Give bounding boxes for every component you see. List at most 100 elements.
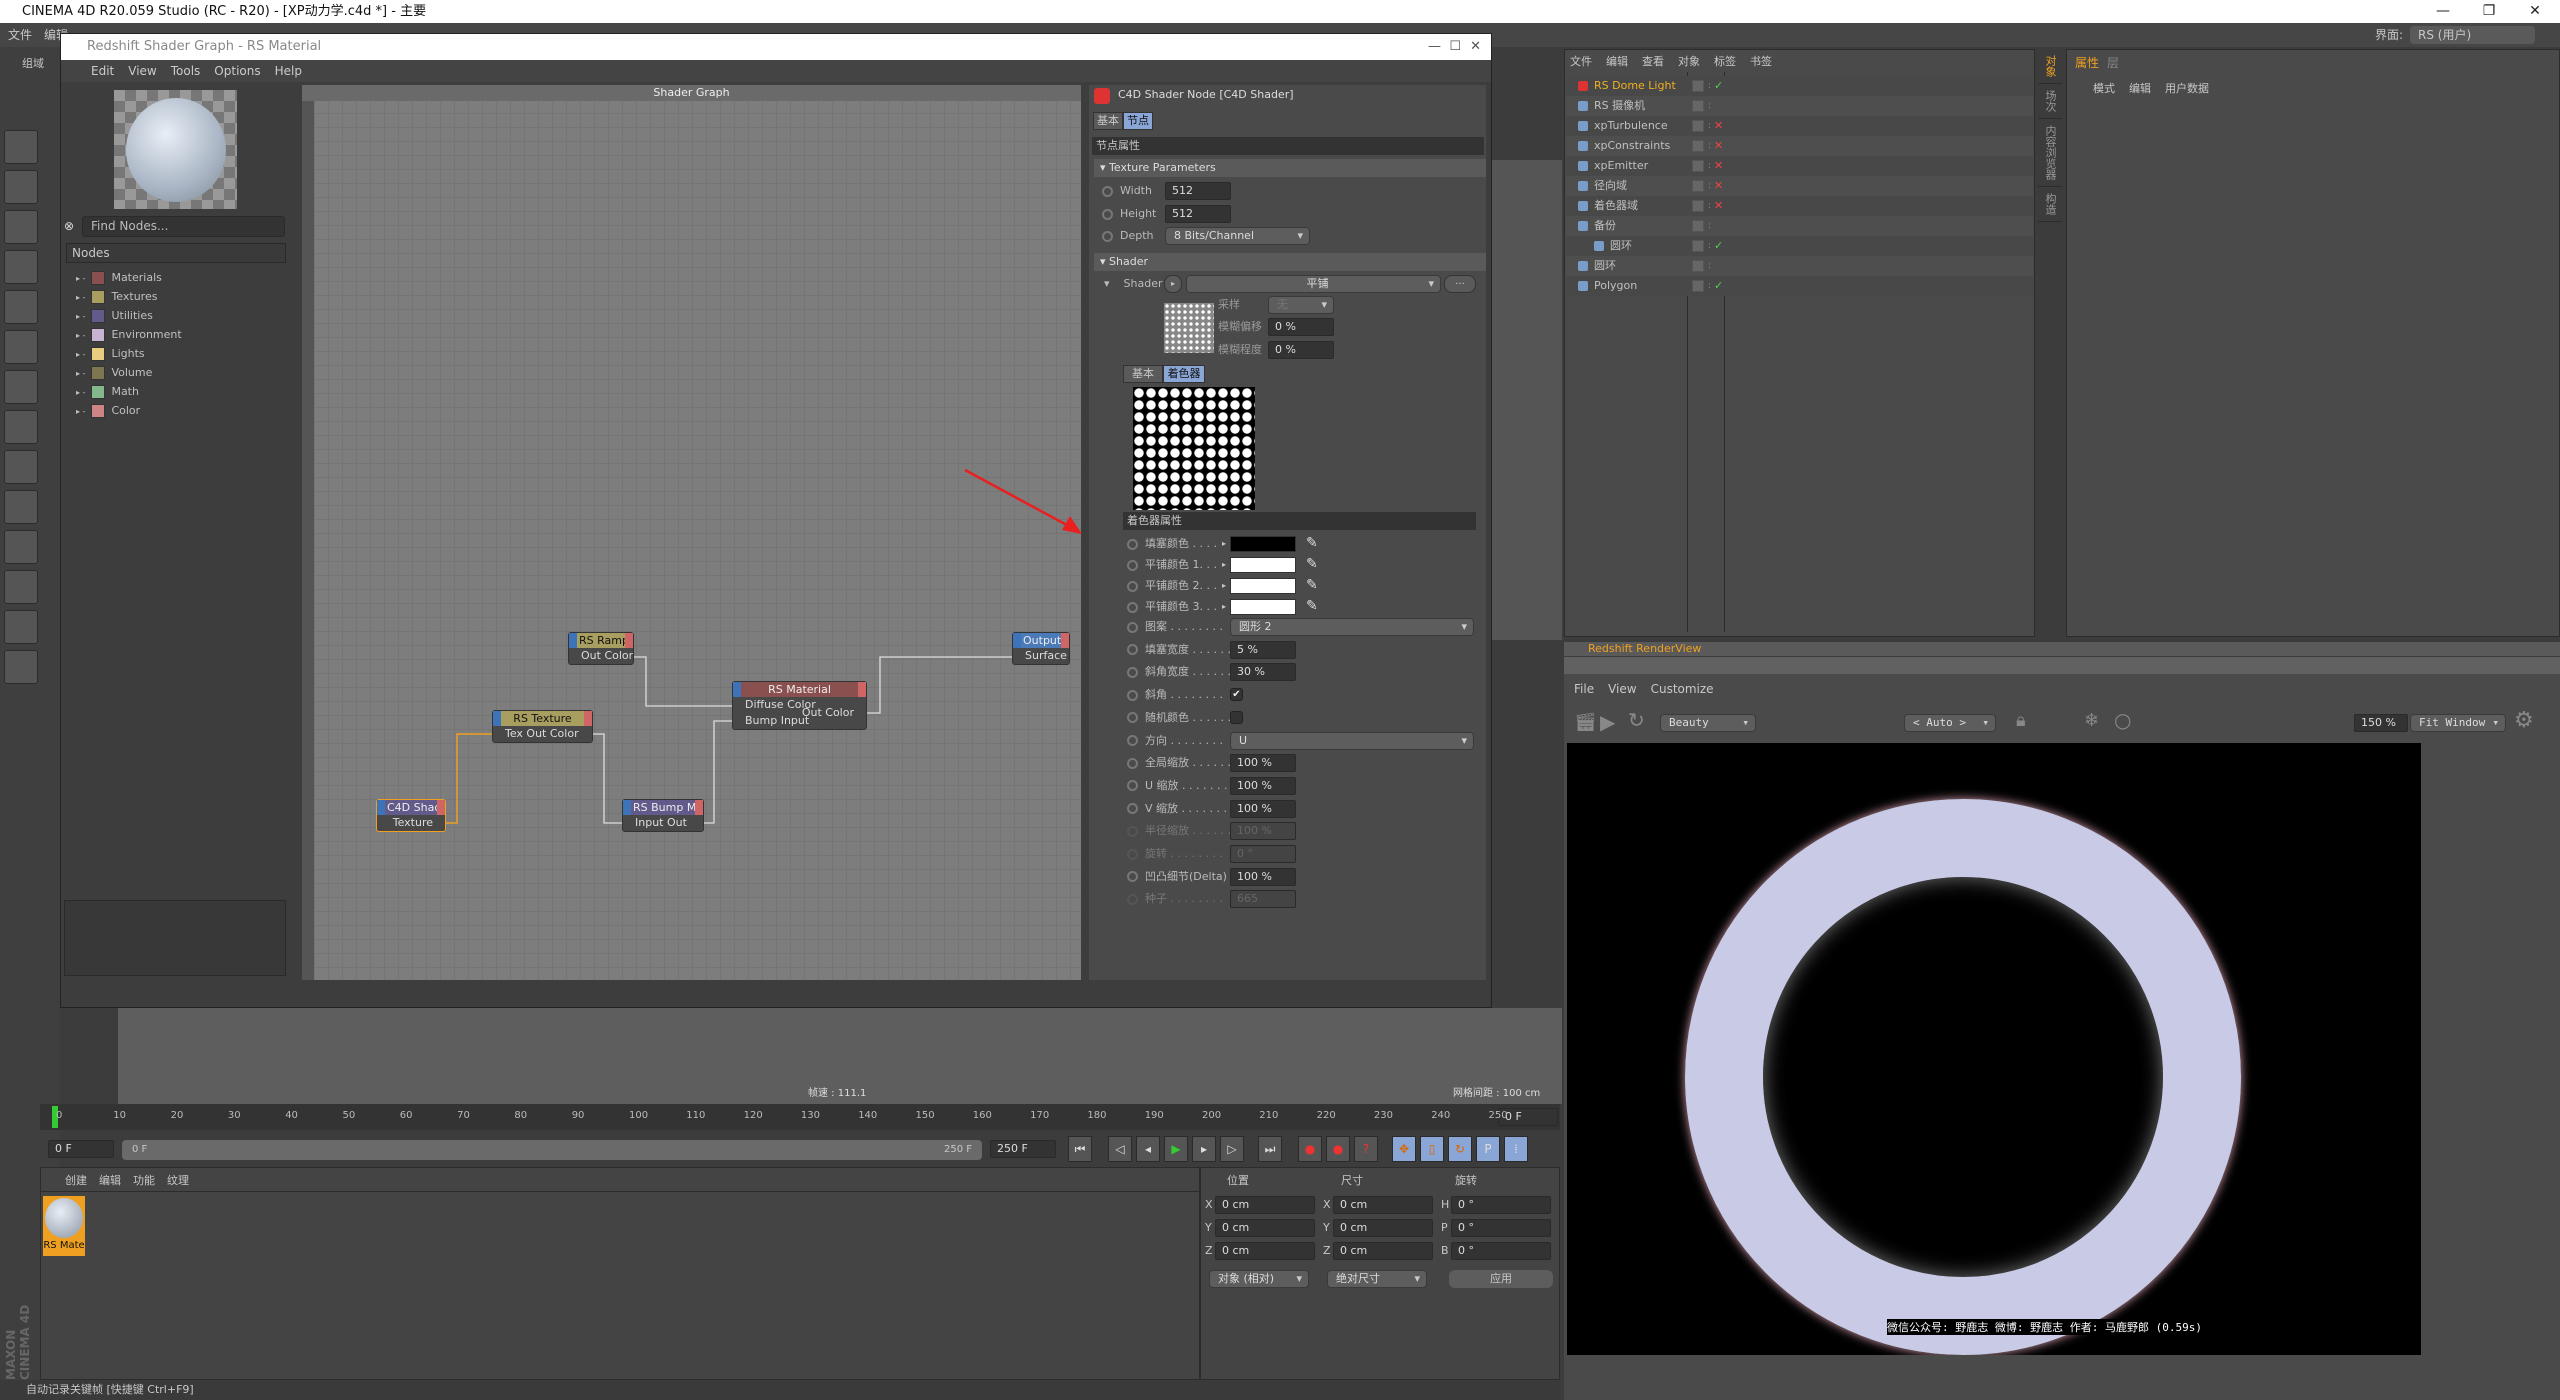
snowflake-icon[interactable]: ❄: [2084, 710, 2099, 731]
object-name[interactable]: RS 摄像机: [1594, 96, 1645, 116]
object-row[interactable]: 圆环: ✓: [1566, 236, 2033, 256]
object-name[interactable]: xpEmitter: [1594, 156, 1648, 176]
visibility-dots[interactable]: :: [1708, 76, 1711, 96]
enabled-toggle[interactable]: ✓: [1714, 76, 1723, 96]
object-name[interactable]: Polygon: [1594, 276, 1637, 296]
animate-radio[interactable]: [1127, 803, 1138, 815]
tool-button[interactable]: [4, 210, 38, 244]
object-menu-item[interactable]: 对象: [1678, 55, 1700, 68]
shader-arrow-button[interactable]: ▸: [1164, 275, 1182, 293]
expand-arrow-icon[interactable]: ▸ -: [76, 369, 85, 378]
port-surface[interactable]: Surface: [1013, 648, 1069, 664]
attribute-field[interactable]: 100 %: [1230, 776, 1296, 795]
object-name[interactable]: 备份: [1594, 216, 1616, 236]
object-menu-item[interactable]: 书签: [1750, 55, 1772, 68]
prev-key-icon[interactable]: ◁: [1108, 1136, 1132, 1162]
node-rs-material[interactable]: RS Material Diffuse Color Bump Input Out Co…: [732, 681, 867, 730]
attribute-field[interactable]: 100 %: [1230, 754, 1296, 773]
side-tab[interactable]: 对象: [2038, 49, 2062, 84]
node-category-textures[interactable]: ▸ - Textures: [76, 287, 157, 306]
visibility-dots[interactable]: :: [1708, 236, 1711, 256]
color-swatch[interactable]: [1230, 557, 1296, 573]
object-menu-item[interactable]: 查看: [1642, 55, 1664, 68]
side-tab[interactable]: 构造: [2038, 187, 2062, 222]
depth-dropdown[interactable]: 8 Bits/Channel: [1165, 227, 1310, 245]
object-menu-item[interactable]: 编辑: [1606, 55, 1628, 68]
enabled-toggle[interactable]: ✕: [1714, 156, 1723, 176]
animate-radio[interactable]: [1127, 735, 1138, 746]
frame-range-slider[interactable]: 0 F 250 F: [122, 1140, 982, 1160]
node-ports[interactable]: Input Out: [623, 815, 703, 831]
rotate-key-icon[interactable]: ↻: [1448, 1136, 1472, 1162]
visibility-dots[interactable]: :: [1708, 116, 1711, 136]
object-row[interactable]: xpTurbulence: ✕: [1566, 116, 2033, 136]
goto-end-icon[interactable]: ⏭: [1258, 1136, 1282, 1162]
node-rs-ramp[interactable]: RS Ramp Out Color: [568, 632, 634, 665]
eyedropper-icon[interactable]: ✎: [1306, 556, 1318, 572]
animate-radio[interactable]: [1127, 757, 1138, 769]
tool-button[interactable]: [4, 610, 38, 644]
animate-radio[interactable]: [1102, 208, 1113, 220]
node-rs-texture[interactable]: RS Texture Tex Out Color: [492, 710, 593, 743]
node-rs-bump-map[interactable]: RS Bump Map Input Out: [622, 799, 704, 832]
goto-start-icon[interactable]: ⏮: [1068, 1136, 1092, 1162]
prev-frame-icon[interactable]: ◂: [1136, 1136, 1160, 1162]
expand-arrow-icon[interactable]: ▸ -: [76, 293, 85, 302]
blur-offset-field[interactable]: 0 %: [1268, 318, 1334, 336]
aov-dropdown[interactable]: Beauty: [1660, 714, 1756, 732]
layer-toggle[interactable]: [1692, 280, 1704, 292]
animate-radio[interactable]: [1127, 666, 1138, 678]
object-row[interactable]: 圆环:: [1566, 256, 2033, 276]
tool-button[interactable]: [4, 530, 38, 564]
enabled-toggle[interactable]: ✓: [1714, 276, 1723, 296]
tab-attributes[interactable]: 属性: [2075, 54, 2099, 71]
enabled-toggle[interactable]: ✕: [1714, 136, 1723, 156]
attribute-checkbox[interactable]: ✔: [1230, 688, 1243, 702]
coord-field[interactable]: 0 cm: [1333, 1242, 1433, 1260]
eyedropper-icon[interactable]: ✎: [1306, 535, 1318, 551]
next-frame-icon[interactable]: ▸: [1192, 1136, 1216, 1162]
coord-field[interactable]: 0 °: [1451, 1219, 1551, 1237]
menu-user-data[interactable]: 用户数据: [2165, 80, 2209, 96]
side-tab[interactable]: 场次: [2038, 84, 2062, 119]
color-swatch[interactable]: [1230, 578, 1296, 594]
record-icon[interactable]: ●: [1298, 1136, 1322, 1162]
next-key-icon[interactable]: ▷: [1220, 1136, 1244, 1162]
layer-toggle[interactable]: [1692, 100, 1704, 112]
node-category-lights[interactable]: ▸ - Lights: [76, 344, 145, 363]
node-category-volume[interactable]: ▸ - Volume: [76, 363, 152, 382]
animate-radio[interactable]: [1127, 712, 1138, 724]
visibility-dots[interactable]: :: [1708, 156, 1711, 176]
expand-arrow-icon[interactable]: ▸ -: [76, 331, 85, 340]
animate-radio[interactable]: [1127, 538, 1138, 550]
attribute-field[interactable]: 100 %: [1230, 867, 1296, 886]
enabled-toggle[interactable]: ✕: [1714, 196, 1723, 216]
animate-radio[interactable]: [1127, 848, 1138, 860]
port-out-color[interactable]: Out Color: [802, 706, 854, 719]
coord-field[interactable]: 0 cm: [1215, 1242, 1315, 1260]
tool-button[interactable]: [4, 250, 38, 284]
visibility-dots[interactable]: :: [1708, 216, 1711, 236]
animate-radio[interactable]: [1127, 601, 1138, 613]
visibility-dots[interactable]: :: [1708, 276, 1711, 296]
node-category-math[interactable]: ▸ - Math: [76, 382, 139, 401]
expand-arrow-icon[interactable]: ▸ -: [76, 388, 85, 397]
animate-radio[interactable]: [1127, 621, 1138, 633]
coord-field[interactable]: 0 cm: [1333, 1196, 1433, 1214]
node-category-color[interactable]: ▸ - Color: [76, 401, 140, 420]
shader-section[interactable]: ▾ Shader: [1094, 253, 1486, 271]
attribute-dropdown[interactable]: 圆形 2: [1230, 618, 1474, 636]
material-menu-item[interactable]: 编辑: [99, 1174, 121, 1187]
end-frame-field[interactable]: 250 F: [990, 1140, 1056, 1158]
visibility-dots[interactable]: :: [1708, 256, 1711, 276]
region-dropdown[interactable]: < Auto >: [1904, 714, 1996, 732]
color-swatch[interactable]: [1230, 599, 1296, 615]
shader-more-button[interactable]: ...: [1444, 275, 1476, 293]
expand-arrow-icon[interactable]: ▸: [1222, 602, 1226, 611]
material-menu-item[interactable]: 纹理: [167, 1174, 189, 1187]
tool-button[interactable]: [4, 170, 38, 204]
enabled-toggle[interactable]: ✓: [1714, 236, 1723, 256]
animate-radio[interactable]: [1127, 580, 1138, 592]
tool-button[interactable]: [4, 410, 38, 444]
height-field[interactable]: 512: [1165, 205, 1231, 223]
